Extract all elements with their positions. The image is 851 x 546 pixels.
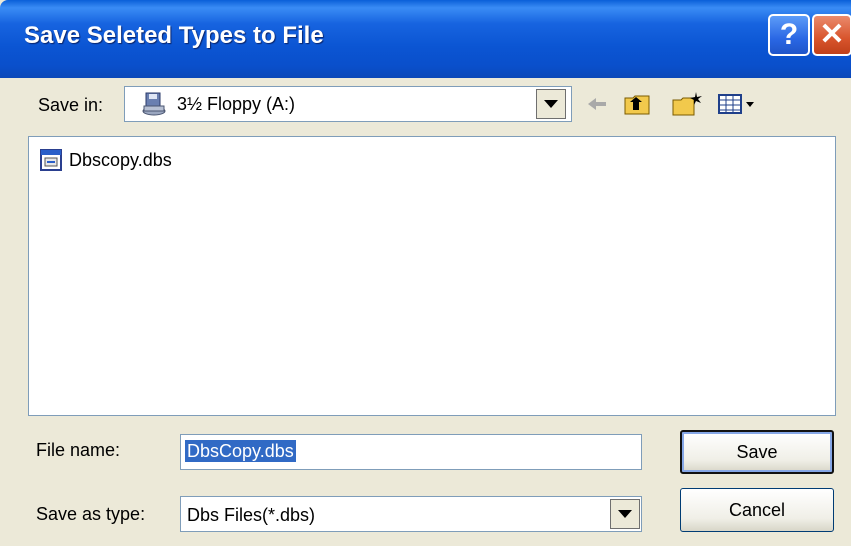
new-folder-icon[interactable]	[670, 90, 704, 118]
cancel-button[interactable]: Cancel	[680, 488, 834, 532]
save-in-value: 3½ Floppy (A:)	[177, 94, 296, 114]
save-in-label: Save in:	[38, 95, 104, 115]
close-button[interactable]: ✕	[812, 14, 851, 56]
file-name-label: File name:	[36, 440, 121, 460]
file-list[interactable]: Dbscopy.dbs	[28, 136, 836, 416]
up-folder-icon[interactable]	[622, 90, 652, 118]
view-menu-icon[interactable]	[716, 90, 764, 118]
dbs-file-icon	[40, 149, 62, 171]
file-name-input[interactable]: DbsCopy.dbs	[180, 434, 642, 470]
save-as-type-combo[interactable]: Dbs Files(*.dbs)	[180, 496, 642, 532]
save-in-dropdown-button[interactable]	[536, 89, 566, 119]
save-dialog: Save Seleted Types to File ? ✕ Save in: …	[0, 0, 851, 546]
floppy-drive-icon	[142, 92, 166, 116]
save-as-type-dropdown-button[interactable]	[610, 499, 640, 529]
save-as-type-value: Dbs Files(*.dbs)	[187, 505, 316, 525]
title-bar[interactable]: Save Seleted Types to File ? ✕	[0, 0, 851, 78]
help-button[interactable]: ?	[768, 14, 810, 56]
save-button[interactable]: Save	[680, 430, 834, 474]
file-name-text: Dbscopy.dbs	[69, 149, 172, 170]
dialog-title: Save Seleted Types to File	[24, 22, 324, 49]
back-arrow-icon[interactable]	[584, 90, 610, 118]
file-name-value: DbsCopy.dbs	[185, 440, 296, 462]
list-item[interactable]: Dbscopy.dbs	[39, 147, 172, 173]
save-as-type-label: Save as type:	[36, 504, 146, 524]
save-in-combo[interactable]: 3½ Floppy (A:)	[124, 86, 572, 122]
